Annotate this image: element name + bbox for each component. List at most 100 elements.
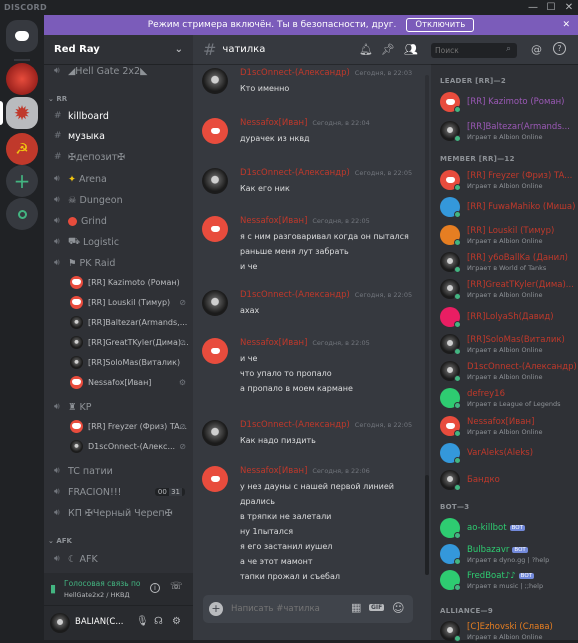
member-item[interactable]: [RR]SoloMas(Виталик) Играет в Albion Onli… <box>440 332 576 356</box>
timestamp: Сегодня, в 22:05 <box>354 291 413 299</box>
online-status-icon <box>454 106 461 113</box>
message-author[interactable]: Nessafox[Иван] Сегодня, в 22:05 <box>240 338 370 348</box>
add-server-icon[interactable]: + <box>6 165 38 197</box>
member-item[interactable]: [RR] Kazimoto (Роман) <box>440 90 576 114</box>
member-item[interactable]: defrey16 Играет в League of Legends <box>440 386 576 410</box>
voice-channel-kp[interactable]: 🔊︎ ♜ KP <box>54 398 189 416</box>
emoji-icon[interactable]: ☺ <box>392 601 405 615</box>
member-item[interactable]: [RR]LolyaSh(Давид) <box>440 305 576 329</box>
message-avatar[interactable] <box>202 420 228 446</box>
voice-channel-kp-skull[interactable]: 🔊︎ КП ✠Черный Череп✠ <box>54 504 189 522</box>
message-avatar[interactable] <box>202 68 228 94</box>
message-author[interactable]: D1scOnnect-(Александр) Сегодня, в 22:05 <box>240 168 412 178</box>
upload-plus-icon[interactable]: + <box>209 602 223 616</box>
selected-server-indicator <box>0 101 3 125</box>
message-author[interactable]: D1scOnnect-(Александр) Сегодня, в 22:05 <box>240 420 412 430</box>
message-avatar[interactable] <box>202 466 228 492</box>
member-item[interactable]: D1scOnnect-(Александр) Играет в Albion On… <box>440 359 577 383</box>
member-item[interactable]: [C]Ezhovski (Слава) Играет в Albion Onlin… <box>440 619 576 643</box>
member-item[interactable]: [RR] FuwaMahiko (Миша) <box>440 195 576 219</box>
message-author[interactable]: Nessafox[Иван] Сегодня, в 22:04 <box>240 118 370 128</box>
home-button[interactable] <box>6 20 38 52</box>
help-icon[interactable]: ? <box>553 42 566 55</box>
voice-channel-tc[interactable]: 🔊︎ TC патии <box>54 462 189 480</box>
mention-icon[interactable]: @ <box>531 43 542 56</box>
server-icon-hellgate[interactable] <box>6 63 38 95</box>
member-item[interactable]: FredBoat♪♪ BOT Играет в music | ;;help <box>440 568 576 592</box>
gif-icon[interactable]: GIF <box>369 604 385 611</box>
text-channel-killboard[interactable]: # killboard <box>54 107 189 125</box>
voice-status-title[interactable]: Голосовая связь по <box>64 579 146 588</box>
voice-user[interactable]: [RR] Kazimoto (Роман) <box>70 273 188 291</box>
channel-label: TC патии <box>68 465 113 477</box>
scrollbar-thumb[interactable] <box>425 475 429 575</box>
member-item[interactable]: [RR]GreatTKyler(Дима)... Играет в Albion … <box>440 277 576 301</box>
voice-channel-logistic[interactable]: 🔊︎ ⛟ Logistic <box>54 233 189 251</box>
gift-icon[interactable]: ▦ <box>351 601 361 614</box>
voice-channel-arena[interactable]: 🔊︎ ✦ Arena <box>54 170 189 188</box>
speaker-icon: 🔊︎ <box>54 402 60 412</box>
search-input[interactable] <box>431 43 517 58</box>
text-channel-deposit[interactable]: # ✠депозит✠ <box>54 148 189 166</box>
speaker-icon: 🔊︎ <box>54 216 60 226</box>
online-status-icon <box>454 265 461 273</box>
hammer-sickle-icon: ☭ <box>15 140 29 158</box>
message-avatar[interactable] <box>202 216 228 242</box>
category-afk[interactable]: ⌄ AFK <box>48 537 72 545</box>
maximize-icon[interactable]: ☐ <box>544 0 558 15</box>
banner-close-icon[interactable]: ✕ <box>562 20 570 30</box>
mute-icon[interactable]: 🎙︎ <box>136 616 149 627</box>
member-item[interactable]: [RR] y6oBallKa (Данил) Играет в World of … <box>440 250 576 274</box>
category-rr[interactable]: ⌄ RR <box>48 95 67 103</box>
pin-icon[interactable]: 📌︎ <box>381 43 395 56</box>
voice-user[interactable]: [RR] Freyzer (Фриз) TA... ⊘ <box>70 417 188 435</box>
voice-channel-dungeon[interactable]: 🔊︎ ☠ Dungeon <box>54 191 189 209</box>
member-item[interactable]: Bulbazavr BOT Играет в dyno.gg | ?help <box>440 542 576 566</box>
voice-channel-fracion[interactable]: 🔊︎ FRACION!!! 00 31 <box>54 483 189 501</box>
member-item[interactable]: VarAleks(Aleks) <box>440 441 576 465</box>
voice-channel-hellgate[interactable]: 🔊︎ ◢Hell Gate 2x2◣ <box>54 62 189 80</box>
voice-user[interactable]: Nessafox[Иван] ⚙ <box>70 373 188 391</box>
message-avatar[interactable] <box>202 118 228 144</box>
member-item[interactable]: [RR] Freyzer (Фриз) TA... Играет в Albion… <box>440 168 576 192</box>
minimize-icon[interactable]: — <box>526 0 540 15</box>
message-author[interactable]: Nessafox[Иван] Сегодня, в 22:05 <box>240 216 370 226</box>
member-item[interactable]: Nessafox[Иван] Играет в Albion Online <box>440 414 576 438</box>
voice-user[interactable]: [RR] Louskil (Тимур) ⊘ <box>70 293 188 311</box>
message-author[interactable]: D1scOnnect-(Александр) Сегодня, в 22:05 <box>240 290 412 300</box>
member-item[interactable]: Бандко <box>440 468 576 492</box>
message-avatar[interactable] <box>202 168 228 194</box>
bell-icon[interactable]: 🔔︎ <box>359 43 373 56</box>
server-icon-soviet[interactable]: ☭ <box>6 133 38 165</box>
message-author[interactable]: Nessafox[Иван] Сегодня, в 22:06 <box>240 466 370 476</box>
message-avatar[interactable] <box>202 290 228 316</box>
voice-user[interactable]: D1scOnnect-(Алекс... ⊘ <box>70 437 188 455</box>
server-icon-red-ray[interactable]: ✹ <box>6 97 38 129</box>
text-channel-music[interactable]: # музыка <box>54 127 189 145</box>
message-avatar[interactable] <box>202 338 228 364</box>
message-author[interactable]: D1scOnnect-(Александр) Сегодня, в 22:03 <box>240 68 412 78</box>
message-input[interactable] <box>231 601 341 617</box>
user-avatar[interactable] <box>50 613 70 633</box>
online-status-icon <box>454 320 461 328</box>
discover-search-icon[interactable] <box>6 198 38 230</box>
close-window-icon[interactable]: ✕ <box>562 0 576 15</box>
voice-user[interactable]: [RR]Baltezar(Armands,... <box>70 313 188 331</box>
server-header[interactable]: Red Ray ⌄ <box>44 35 193 65</box>
info-icon[interactable]: i <box>150 583 160 593</box>
member-item[interactable]: [RR]Baltezar(Armands... Играет в Albion O… <box>440 119 576 143</box>
voice-channel-pk-raid[interactable]: 🔊︎ ⚑ PK Raid <box>54 254 189 272</box>
settings-icon[interactable]: ⚙ <box>172 616 181 627</box>
voice-channel-grind[interactable]: 🔊︎ Grind <box>54 212 189 230</box>
disable-streamer-button[interactable]: Отключить <box>406 18 475 32</box>
deafen-icon[interactable]: ☊ <box>154 616 163 627</box>
channel-title: чатилка <box>222 44 266 55</box>
voice-channel-afk[interactable]: 🔊︎ ☾ AFK <box>54 550 189 568</box>
member-item[interactable]: [RR] Louskil (Тимур) Играет в Albion Onli… <box>440 223 576 247</box>
member-name-row: [RR]GreatTKyler(Дима)... <box>467 280 577 290</box>
member-item[interactable]: ao-killbot BOT <box>440 516 576 540</box>
members-icon[interactable]: 👥︎ <box>404 43 418 56</box>
disconnect-icon[interactable]: ☏ <box>170 581 183 592</box>
voice-user[interactable]: [RR]GreatTKyler(Дима)... ⊘ <box>70 333 188 351</box>
voice-user[interactable]: [RR]SoloMas(Виталик) <box>70 353 188 371</box>
